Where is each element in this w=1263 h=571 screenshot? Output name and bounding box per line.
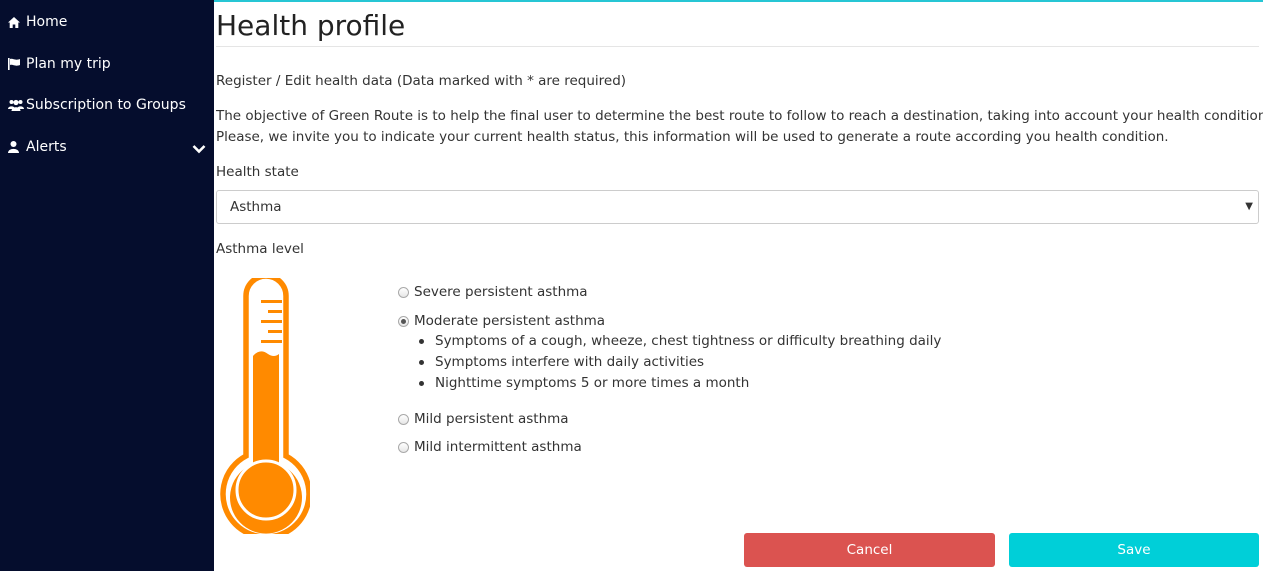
asthma-level-label: Asthma level bbox=[216, 241, 304, 257]
sidebar-item-label: Home bbox=[26, 14, 68, 30]
bullet-icon bbox=[419, 339, 424, 344]
flag-icon bbox=[8, 58, 26, 70]
sidebar-item-label: Subscription to Groups bbox=[26, 97, 186, 113]
radio-button-checked[interactable] bbox=[398, 315, 409, 327]
radio-label: Moderate persistent asthma bbox=[414, 313, 606, 329]
cancel-button[interactable]: Cancel bbox=[744, 533, 995, 567]
dropdown-caret-icon: ▼ bbox=[1245, 201, 1253, 212]
sidebar-item-subscription-to-groups[interactable]: Subscription to Groups bbox=[8, 95, 208, 115]
description-line-2: Please, we invite you to indicate your c… bbox=[216, 129, 1169, 145]
sidebar-item-home[interactable]: Home bbox=[8, 12, 208, 32]
chevron-down-icon[interactable] bbox=[192, 140, 206, 160]
symptom-text: Symptoms of a cough, wheeze, chest tight… bbox=[435, 333, 942, 349]
symptom-text: Nighttime symptoms 5 or more times a mon… bbox=[435, 375, 750, 391]
list-item: Symptoms of a cough, wheeze, chest tight… bbox=[419, 331, 941, 352]
user-icon bbox=[8, 141, 26, 153]
sidebar-item-plan-my-trip[interactable]: Plan my trip bbox=[8, 54, 208, 74]
radio-severe-persistent[interactable]: Severe persistent asthma bbox=[398, 282, 588, 302]
health-state-label: Health state bbox=[216, 164, 299, 180]
radio-mild-intermittent[interactable]: Mild intermittent asthma bbox=[398, 437, 582, 457]
moderate-symptoms-list: Symptoms of a cough, wheeze, chest tight… bbox=[419, 331, 941, 394]
health-state-select[interactable]: Asthma ▼ bbox=[216, 190, 1259, 224]
sidebar-item-label: Plan my trip bbox=[26, 56, 111, 72]
radio-button[interactable] bbox=[398, 286, 409, 298]
radio-mild-persistent[interactable]: Mild persistent asthma bbox=[398, 409, 569, 429]
users-icon bbox=[8, 99, 26, 111]
radio-label: Severe persistent asthma bbox=[414, 284, 588, 300]
form-subtitle: Register / Edit health data (Data marked… bbox=[216, 73, 627, 89]
radio-button[interactable] bbox=[398, 413, 409, 425]
list-item: Symptoms interfere with daily activities bbox=[419, 352, 941, 373]
sidebar-item-alerts[interactable]: Alerts bbox=[8, 137, 208, 157]
sidebar: Home Plan my trip Subscription to Groups… bbox=[0, 0, 214, 571]
radio-button[interactable] bbox=[398, 441, 409, 453]
title-divider bbox=[216, 46, 1259, 47]
save-button[interactable]: Save bbox=[1009, 533, 1259, 567]
symptom-text: Symptoms interfere with daily activities bbox=[435, 354, 705, 370]
page-title: Health profile bbox=[216, 9, 406, 42]
bullet-icon bbox=[419, 360, 424, 365]
radio-label: Mild persistent asthma bbox=[414, 411, 569, 427]
list-item: Nighttime symptoms 5 or more times a mon… bbox=[419, 373, 941, 394]
home-icon bbox=[8, 16, 26, 28]
sidebar-item-label: Alerts bbox=[26, 139, 67, 155]
radio-moderate-persistent[interactable]: Moderate persistent asthma bbox=[398, 311, 605, 331]
health-state-value: Asthma bbox=[230, 199, 282, 215]
thermometer-icon bbox=[218, 273, 312, 540]
radio-label: Mild intermittent asthma bbox=[414, 439, 582, 455]
bullet-icon bbox=[419, 381, 424, 386]
description-line-1: The objective of Green Route is to help … bbox=[216, 108, 1263, 124]
main-content: Health profile Register / Edit health da… bbox=[216, 0, 1263, 571]
